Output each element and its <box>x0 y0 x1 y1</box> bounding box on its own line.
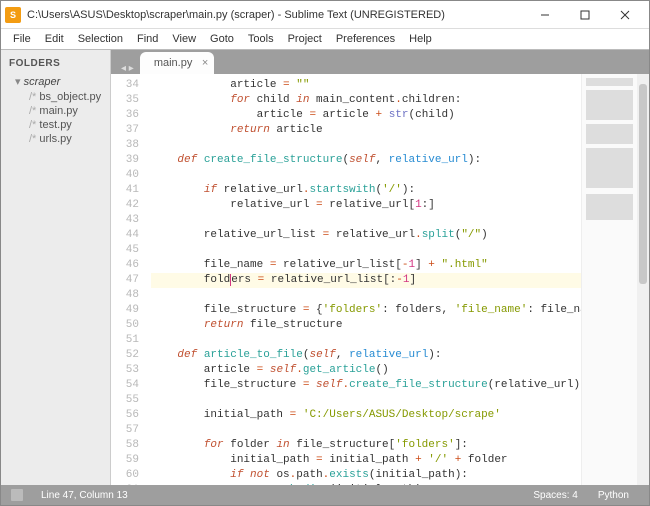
status-icon <box>11 489 23 501</box>
sidebar-file[interactable]: urls.py <box>1 132 110 146</box>
maximize-button[interactable] <box>565 1 605 29</box>
sidebar-file[interactable]: test.py <box>1 118 110 132</box>
app-icon: S <box>5 7 21 23</box>
menubar: FileEditSelectionFindViewGotoToolsProjec… <box>1 29 649 49</box>
status-position[interactable]: Line 47, Column 13 <box>31 490 138 501</box>
vertical-scrollbar[interactable] <box>637 74 649 485</box>
sidebar-file[interactable]: main.py <box>1 104 110 118</box>
window-title: C:\Users\ASUS\Desktop\scraper\main.py (s… <box>27 9 525 21</box>
menu-file[interactable]: File <box>7 32 37 46</box>
titlebar: S C:\Users\ASUS\Desktop\scraper\main.py … <box>1 1 649 29</box>
editor-wrap: ◂ ▸ main.py × 34353637383940414243444546… <box>111 50 649 485</box>
menu-preferences[interactable]: Preferences <box>330 32 401 46</box>
minimap[interactable] <box>581 74 637 485</box>
minimize-button[interactable] <box>525 1 565 29</box>
statusbar: Line 47, Column 13 Spaces: 4 Python <box>1 485 649 505</box>
status-lang[interactable]: Python <box>588 490 639 501</box>
menu-selection[interactable]: Selection <box>72 32 129 46</box>
sidebar: FOLDERS scraper bs_object.pymain.pytest.… <box>1 50 111 485</box>
line-gutter: 3435363738394041424344454647484950515253… <box>111 74 145 485</box>
close-button[interactable] <box>605 1 645 29</box>
menu-edit[interactable]: Edit <box>39 32 70 46</box>
menu-project[interactable]: Project <box>282 32 328 46</box>
tab-label: main.py <box>154 57 193 69</box>
main-area: FOLDERS scraper bs_object.pymain.pytest.… <box>1 49 649 485</box>
code-area[interactable]: article = "" for child in main_content.c… <box>145 74 581 485</box>
status-spaces[interactable]: Spaces: 4 <box>523 490 587 501</box>
close-icon[interactable]: × <box>202 57 208 69</box>
sidebar-header: FOLDERS <box>1 54 110 73</box>
menu-tools[interactable]: Tools <box>242 32 280 46</box>
editor[interactable]: 3435363738394041424344454647484950515253… <box>111 74 649 485</box>
tabbar: ◂ ▸ main.py × <box>111 50 649 74</box>
menu-help[interactable]: Help <box>403 32 438 46</box>
sidebar-folder[interactable]: scraper <box>1 73 110 90</box>
scrollbar-thumb[interactable] <box>639 84 647 284</box>
menu-find[interactable]: Find <box>131 32 164 46</box>
tab-nav-arrows[interactable]: ◂ ▸ <box>115 63 140 74</box>
sidebar-file[interactable]: bs_object.py <box>1 90 110 104</box>
menu-view[interactable]: View <box>166 32 202 46</box>
tab-main-py[interactable]: main.py × <box>140 52 215 74</box>
menu-goto[interactable]: Goto <box>204 32 240 46</box>
